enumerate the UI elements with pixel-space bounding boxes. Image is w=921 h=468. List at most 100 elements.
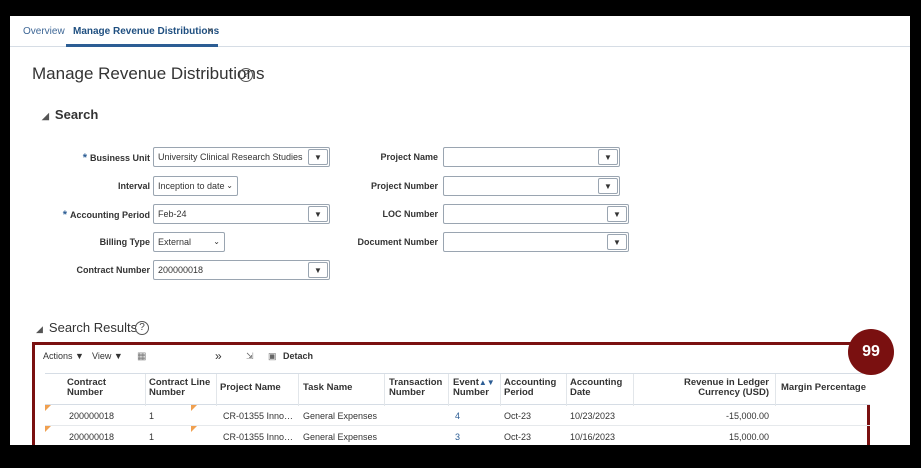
col-contract-line-number[interactable]: Contract Line Number xyxy=(149,378,210,398)
col-accounting-date[interactable]: Accounting Date xyxy=(570,378,622,398)
project-name-label: Project Name xyxy=(380,152,438,162)
table-row[interactable]: 200000018 1 CR-01355 Inno… General Expen… xyxy=(45,426,870,445)
project-name-field[interactable]: ▼ xyxy=(443,147,620,167)
cell-event-number[interactable]: 3 xyxy=(455,432,460,442)
wrap-icon[interactable]: ⇲ xyxy=(246,351,254,362)
billing-type-label: Billing Type xyxy=(99,237,150,247)
col-revenue-ledger[interactable]: Revenue in Ledger Currency (USD) xyxy=(673,378,769,398)
business-unit-value: University Clinical Research Studies xyxy=(158,152,303,162)
business-unit-label-text: Business Unit xyxy=(89,153,150,163)
column-divider xyxy=(633,374,634,406)
annotation-badge: 99 xyxy=(848,329,894,375)
collapse-triangle-icon: ◢ xyxy=(36,324,43,334)
cell-revenue: 15,000.00 xyxy=(728,432,769,442)
accounting-period-field[interactable]: Feb-24 ▼ xyxy=(153,204,330,224)
business-unit-dropdown-icon[interactable]: ▼ xyxy=(308,149,328,165)
project-number-dropdown-icon[interactable]: ▼ xyxy=(598,178,618,194)
col-text: Period xyxy=(504,387,534,398)
column-divider xyxy=(298,374,299,406)
interval-select[interactable]: Inception to date ⌄ xyxy=(153,176,238,196)
row-flag-icon xyxy=(191,426,197,432)
interval-value: Inception to date xyxy=(158,181,225,191)
cell-accounting-period: Oct-23 xyxy=(504,432,532,442)
cell-task-name: General Expenses xyxy=(303,411,378,421)
loc-number-dropdown-icon[interactable]: ▼ xyxy=(607,206,627,222)
cell-accounting-date: 10/16/2023 xyxy=(570,432,616,442)
search-header-label: Search xyxy=(54,107,99,122)
column-divider xyxy=(448,374,449,406)
accounting-period-dropdown-icon[interactable]: ▼ xyxy=(308,206,328,222)
cell-task-name: General Expenses xyxy=(303,432,378,442)
required-marker: * xyxy=(82,152,87,164)
row-flag-icon xyxy=(45,426,51,432)
col-contract-number[interactable]: Contract Number xyxy=(67,378,106,398)
chevron-down-icon: ⌄ xyxy=(226,181,233,190)
tab-bar: Overview Manage Revenue Distributions × xyxy=(10,16,910,47)
col-text: Number xyxy=(389,387,425,398)
project-number-label: Project Number xyxy=(370,181,438,191)
cell-accounting-period: Oct-23 xyxy=(504,411,532,421)
loc-number-field[interactable]: ▼ xyxy=(443,204,629,224)
document-number-field[interactable]: ▼ xyxy=(443,232,629,252)
billing-type-select[interactable]: External ⌄ xyxy=(153,232,225,252)
contract-number-field[interactable]: 200000018 ▼ xyxy=(153,260,330,280)
cell-accounting-date: 10/23/2023 xyxy=(570,411,616,421)
col-text: Number xyxy=(149,387,185,398)
chevron-down-icon: ⌄ xyxy=(213,237,220,246)
billing-type-value: External xyxy=(158,237,192,247)
col-event-number[interactable]: Event▲▼ Number xyxy=(453,378,495,398)
results-table-header: Contract Number Contract Line Number Proje… xyxy=(45,373,870,406)
tab-manage-revenue-distributions[interactable]: Manage Revenue Distributions xyxy=(73,26,219,37)
detach-icon[interactable]: ▣ xyxy=(268,351,277,362)
contract-number-label: Contract Number xyxy=(76,265,150,275)
business-unit-label: * Business Unit xyxy=(70,152,150,164)
freeze-icon[interactable]: ▦ xyxy=(137,351,146,362)
help-icon[interactable]: ? xyxy=(239,68,253,82)
actions-menu[interactable]: Actions ▼ xyxy=(43,351,84,361)
detach-button[interactable]: Detach xyxy=(283,351,313,361)
row-flag-icon xyxy=(191,405,197,411)
table-row[interactable]: 200000018 1 CR-01355 Inno… General Expen… xyxy=(45,405,870,426)
cell-revenue: -15,000.00 xyxy=(725,411,769,421)
cell-event-number[interactable]: 4 xyxy=(455,411,460,421)
overflow-icon[interactable]: » xyxy=(215,349,222,363)
cell-project-name[interactable]: CR-01355 Inno… xyxy=(223,411,293,421)
results-toolbar: Actions ▼ View ▼ ▦ » ⇲ ▣ Detach xyxy=(43,349,863,367)
column-divider xyxy=(384,374,385,406)
required-marker: * xyxy=(62,209,67,221)
row-flag-icon xyxy=(45,405,51,411)
active-tab-indicator xyxy=(66,44,218,47)
sort-icon[interactable]: ▲▼ xyxy=(479,378,495,387)
tab-overview[interactable]: Overview xyxy=(23,26,65,37)
col-margin-percentage[interactable]: Margin Percentage xyxy=(781,383,866,393)
cell-contract-number: 200000018 xyxy=(69,411,115,421)
cell-project-name[interactable]: CR-01355 Inno… xyxy=(223,432,293,442)
contract-number-value: 200000018 xyxy=(158,265,204,275)
column-divider xyxy=(566,374,567,406)
column-divider xyxy=(216,374,217,406)
document-number-label: Document Number xyxy=(357,237,438,247)
project-name-dropdown-icon[interactable]: ▼ xyxy=(598,149,618,165)
column-divider xyxy=(775,374,776,406)
search-section-header[interactable]: ◢ Search xyxy=(42,107,98,122)
col-project-name[interactable]: Project Name xyxy=(220,383,281,393)
col-accounting-period[interactable]: Accounting Period xyxy=(504,378,556,398)
col-transaction-number[interactable]: Transaction Number xyxy=(389,378,442,398)
cell-contract-line: 1 xyxy=(149,411,155,421)
cell-contract-line: 1 xyxy=(149,432,155,442)
tab-close-icon[interactable]: × xyxy=(207,25,213,37)
search-results-label: Search Results xyxy=(48,320,138,335)
col-text: Number xyxy=(67,387,103,398)
document-number-dropdown-icon[interactable]: ▼ xyxy=(607,234,627,250)
col-task-name[interactable]: Task Name xyxy=(303,383,352,393)
column-divider xyxy=(500,374,501,406)
col-text: Date xyxy=(570,387,591,398)
col-text: Number xyxy=(453,387,489,398)
view-menu[interactable]: View ▼ xyxy=(92,351,123,361)
accounting-period-value: Feb-24 xyxy=(158,209,187,219)
search-results-header[interactable]: ◢ Search Results xyxy=(36,320,137,335)
contract-number-dropdown-icon[interactable]: ▼ xyxy=(308,262,328,278)
help-icon[interactable]: ? xyxy=(135,321,149,335)
business-unit-field[interactable]: University Clinical Research Studies ▼ xyxy=(153,147,330,167)
project-number-field[interactable]: ▼ xyxy=(443,176,620,196)
